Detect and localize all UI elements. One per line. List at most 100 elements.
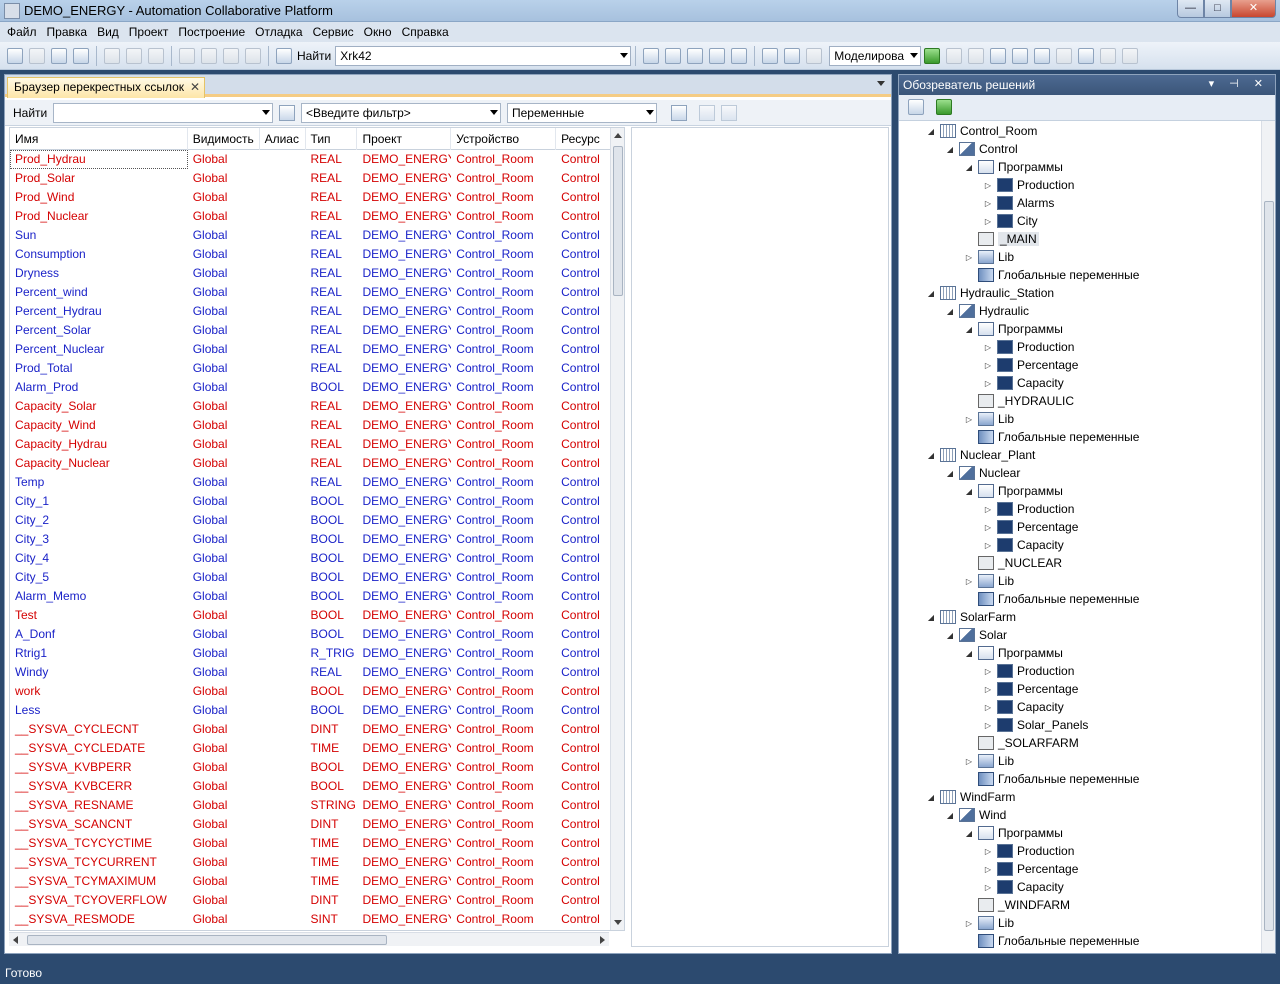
tab-cross-reference-browser[interactable]: Браузер перекрестных ссылок ✕ [7, 77, 206, 98]
table-row[interactable]: Temp Global REAL DEMO_ENERGY Control_Room Con… [10, 473, 624, 492]
tree-node[interactable]: Глобальные переменные [899, 932, 1261, 950]
find-icon[interactable] [276, 47, 292, 64]
collapse-icon[interactable]: ◢ [963, 163, 975, 172]
table-row[interactable]: City_4 Global BOOL DEMO_ENERGY Control_Room C… [10, 549, 624, 568]
find-combo[interactable]: Xrk42 [335, 45, 632, 66]
new-project-icon[interactable] [7, 47, 23, 64]
next-icon[interactable] [721, 105, 737, 121]
tree-node[interactable]: ◢ WindFarm [899, 788, 1261, 806]
expand-icon[interactable]: ▷ [982, 685, 994, 694]
expand-icon[interactable]: ▷ [982, 883, 994, 892]
table-row[interactable]: Percent_Nuclear Global REAL DEMO_ENERGY Cont… [10, 340, 624, 359]
maximize-button[interactable]: □ [1204, 0, 1231, 18]
table-row[interactable]: __SYSVA_SCANCNT Global DINT DEMO_ENERGY Cont… [10, 815, 624, 834]
collapse-icon[interactable]: ◢ [944, 631, 956, 640]
collapse-icon[interactable]: ◢ [963, 649, 975, 658]
tree-node[interactable]: ◢ Программы [899, 824, 1261, 842]
tree-node[interactable]: _NUCLEAR [899, 554, 1261, 572]
category-select[interactable]: Переменные [507, 103, 657, 123]
build-solution-icon[interactable] [665, 47, 682, 64]
tree-node[interactable]: ◢ Hydraulic_Station [899, 284, 1261, 302]
collapse-icon[interactable]: ◢ [944, 307, 956, 316]
tree-node[interactable]: Глобальные переменные [899, 428, 1261, 446]
save-all-icon[interactable] [73, 47, 89, 64]
scroll-up-icon[interactable] [614, 133, 622, 138]
collapse-icon[interactable]: ◢ [944, 811, 956, 820]
collapse-icon[interactable]: ◢ [963, 325, 975, 334]
properties-icon[interactable] [908, 99, 924, 115]
table-row[interactable]: Percent_Hydrau Global REAL DEMO_ENERGY Contr… [10, 302, 624, 321]
chevron-down-icon[interactable] [910, 52, 919, 58]
tree-node[interactable]: ◢ Solar [899, 626, 1261, 644]
tree-node[interactable]: ▷ Lib [899, 914, 1261, 932]
menu-tools[interactable]: Сервис [308, 25, 359, 39]
table-row[interactable]: Dryness Global REAL DEMO_ENERGY Control_Room… [10, 264, 624, 283]
expand-icon[interactable]: ▷ [982, 217, 994, 226]
chevron-down-icon[interactable] [877, 81, 885, 86]
search-icon[interactable] [671, 105, 687, 121]
expand-icon[interactable]: ▷ [982, 847, 994, 856]
tree-node[interactable]: ▷ Solar_Panels [899, 716, 1261, 734]
table-row[interactable]: City_1 Global BOOL DEMO_ENERGY Control_Room C… [10, 492, 624, 511]
table-row[interactable]: Capacity_Hydrau Global REAL DEMO_ENERGY Cont… [10, 435, 624, 454]
expand-icon[interactable]: ▷ [963, 253, 975, 262]
tree-node[interactable]: ◢ Программы [899, 158, 1261, 176]
scroll-down-icon[interactable] [614, 920, 622, 925]
tree-node[interactable]: ▷ Capacity [899, 536, 1261, 554]
tree-node[interactable]: ▷ City [899, 212, 1261, 230]
expand-icon[interactable]: ▷ [982, 199, 994, 208]
rebuild-icon[interactable] [687, 47, 704, 64]
column-header-visibility[interactable]: Видимость [188, 128, 260, 150]
table-row[interactable]: Alarm_Prod Global BOOL DEMO_ENERGY Control_R… [10, 378, 624, 397]
collapse-icon[interactable]: ◢ [925, 793, 937, 802]
table-row[interactable]: __SYSVA_TCYOVERFLOW Global DINT DEMO_ENERGY… [10, 891, 624, 910]
chevron-down-icon[interactable] [262, 110, 270, 115]
grid-view-icon[interactable] [784, 47, 801, 64]
table-row[interactable]: __SYSVA_KVBCERR Global BOOL DEMO_ENERGY Cont… [10, 777, 624, 796]
tree-node[interactable]: ▷ Production [899, 500, 1261, 518]
table-row[interactable]: Less Global BOOL DEMO_ENERGY Control_Room Con… [10, 701, 624, 720]
filter-find-combo[interactable] [53, 103, 273, 123]
expand-icon[interactable]: ▷ [982, 343, 994, 352]
chevron-down-icon[interactable] [646, 110, 654, 115]
grid-vertical-scrollbar[interactable] [610, 128, 624, 930]
tree-node[interactable]: ◢ Программы [899, 320, 1261, 338]
settings-icon[interactable] [709, 47, 726, 64]
table-row[interactable]: Prod_Total Global REAL DEMO_ENERGY Control_R… [10, 359, 624, 378]
expand-icon[interactable]: ▷ [963, 577, 975, 586]
save-icon[interactable] [51, 47, 67, 64]
menu-debug[interactable]: Отладка [250, 25, 307, 39]
tree-node[interactable]: ▷ Lib [899, 572, 1261, 590]
collapse-icon[interactable]: ◢ [944, 145, 956, 154]
cut-icon[interactable] [104, 47, 120, 64]
filter-icon[interactable] [279, 105, 295, 121]
table-row[interactable]: Windy Global REAL DEMO_ENERGY Control_Room Co… [10, 663, 624, 682]
scroll-thumb[interactable] [613, 146, 623, 296]
navigate-back-icon[interactable] [223, 47, 239, 64]
download-icon[interactable] [1012, 47, 1029, 64]
table-row[interactable]: Rtrig1 Global R_TRIG DEMO_ENERGY Control_Roo… [10, 644, 624, 663]
options-icon[interactable] [731, 47, 748, 64]
tree-node[interactable]: ▷ Lib [899, 248, 1261, 266]
scroll-left-icon[interactable] [13, 936, 18, 944]
close-button[interactable]: ✕ [1231, 0, 1276, 18]
menu-build[interactable]: Построение [173, 25, 250, 39]
menu-window[interactable]: Окно [359, 25, 397, 39]
scroll-thumb[interactable] [1264, 201, 1274, 931]
tree-node[interactable]: ◢ Control [899, 140, 1261, 158]
upload-icon[interactable] [1056, 47, 1073, 64]
tree-node[interactable]: Глобальные переменные [899, 770, 1261, 788]
table-row[interactable]: __SYSVA_CYCLEDATE Global TIME DEMO_ENERGY Co… [10, 739, 624, 758]
calendar-icon[interactable] [762, 47, 779, 64]
table-row[interactable]: Sun Global REAL DEMO_ENERGY Control_Room Cont… [10, 226, 624, 245]
paste-icon[interactable] [148, 47, 164, 64]
collapse-icon[interactable]: ◢ [963, 829, 975, 838]
table-row[interactable]: __SYSVA_TCYCURRENT Global TIME DEMO_ENERGY C… [10, 853, 624, 872]
stop-icon[interactable] [946, 47, 963, 64]
collapse-icon[interactable]: ◢ [925, 127, 937, 136]
tree-node[interactable]: ◢ Hydraulic [899, 302, 1261, 320]
expand-icon[interactable]: ▷ [982, 667, 994, 676]
monitor-icon[interactable] [1078, 47, 1095, 64]
table-row[interactable]: Capacity_Solar Global REAL DEMO_ENERGY Contr… [10, 397, 624, 416]
add-item-icon[interactable] [29, 47, 45, 64]
